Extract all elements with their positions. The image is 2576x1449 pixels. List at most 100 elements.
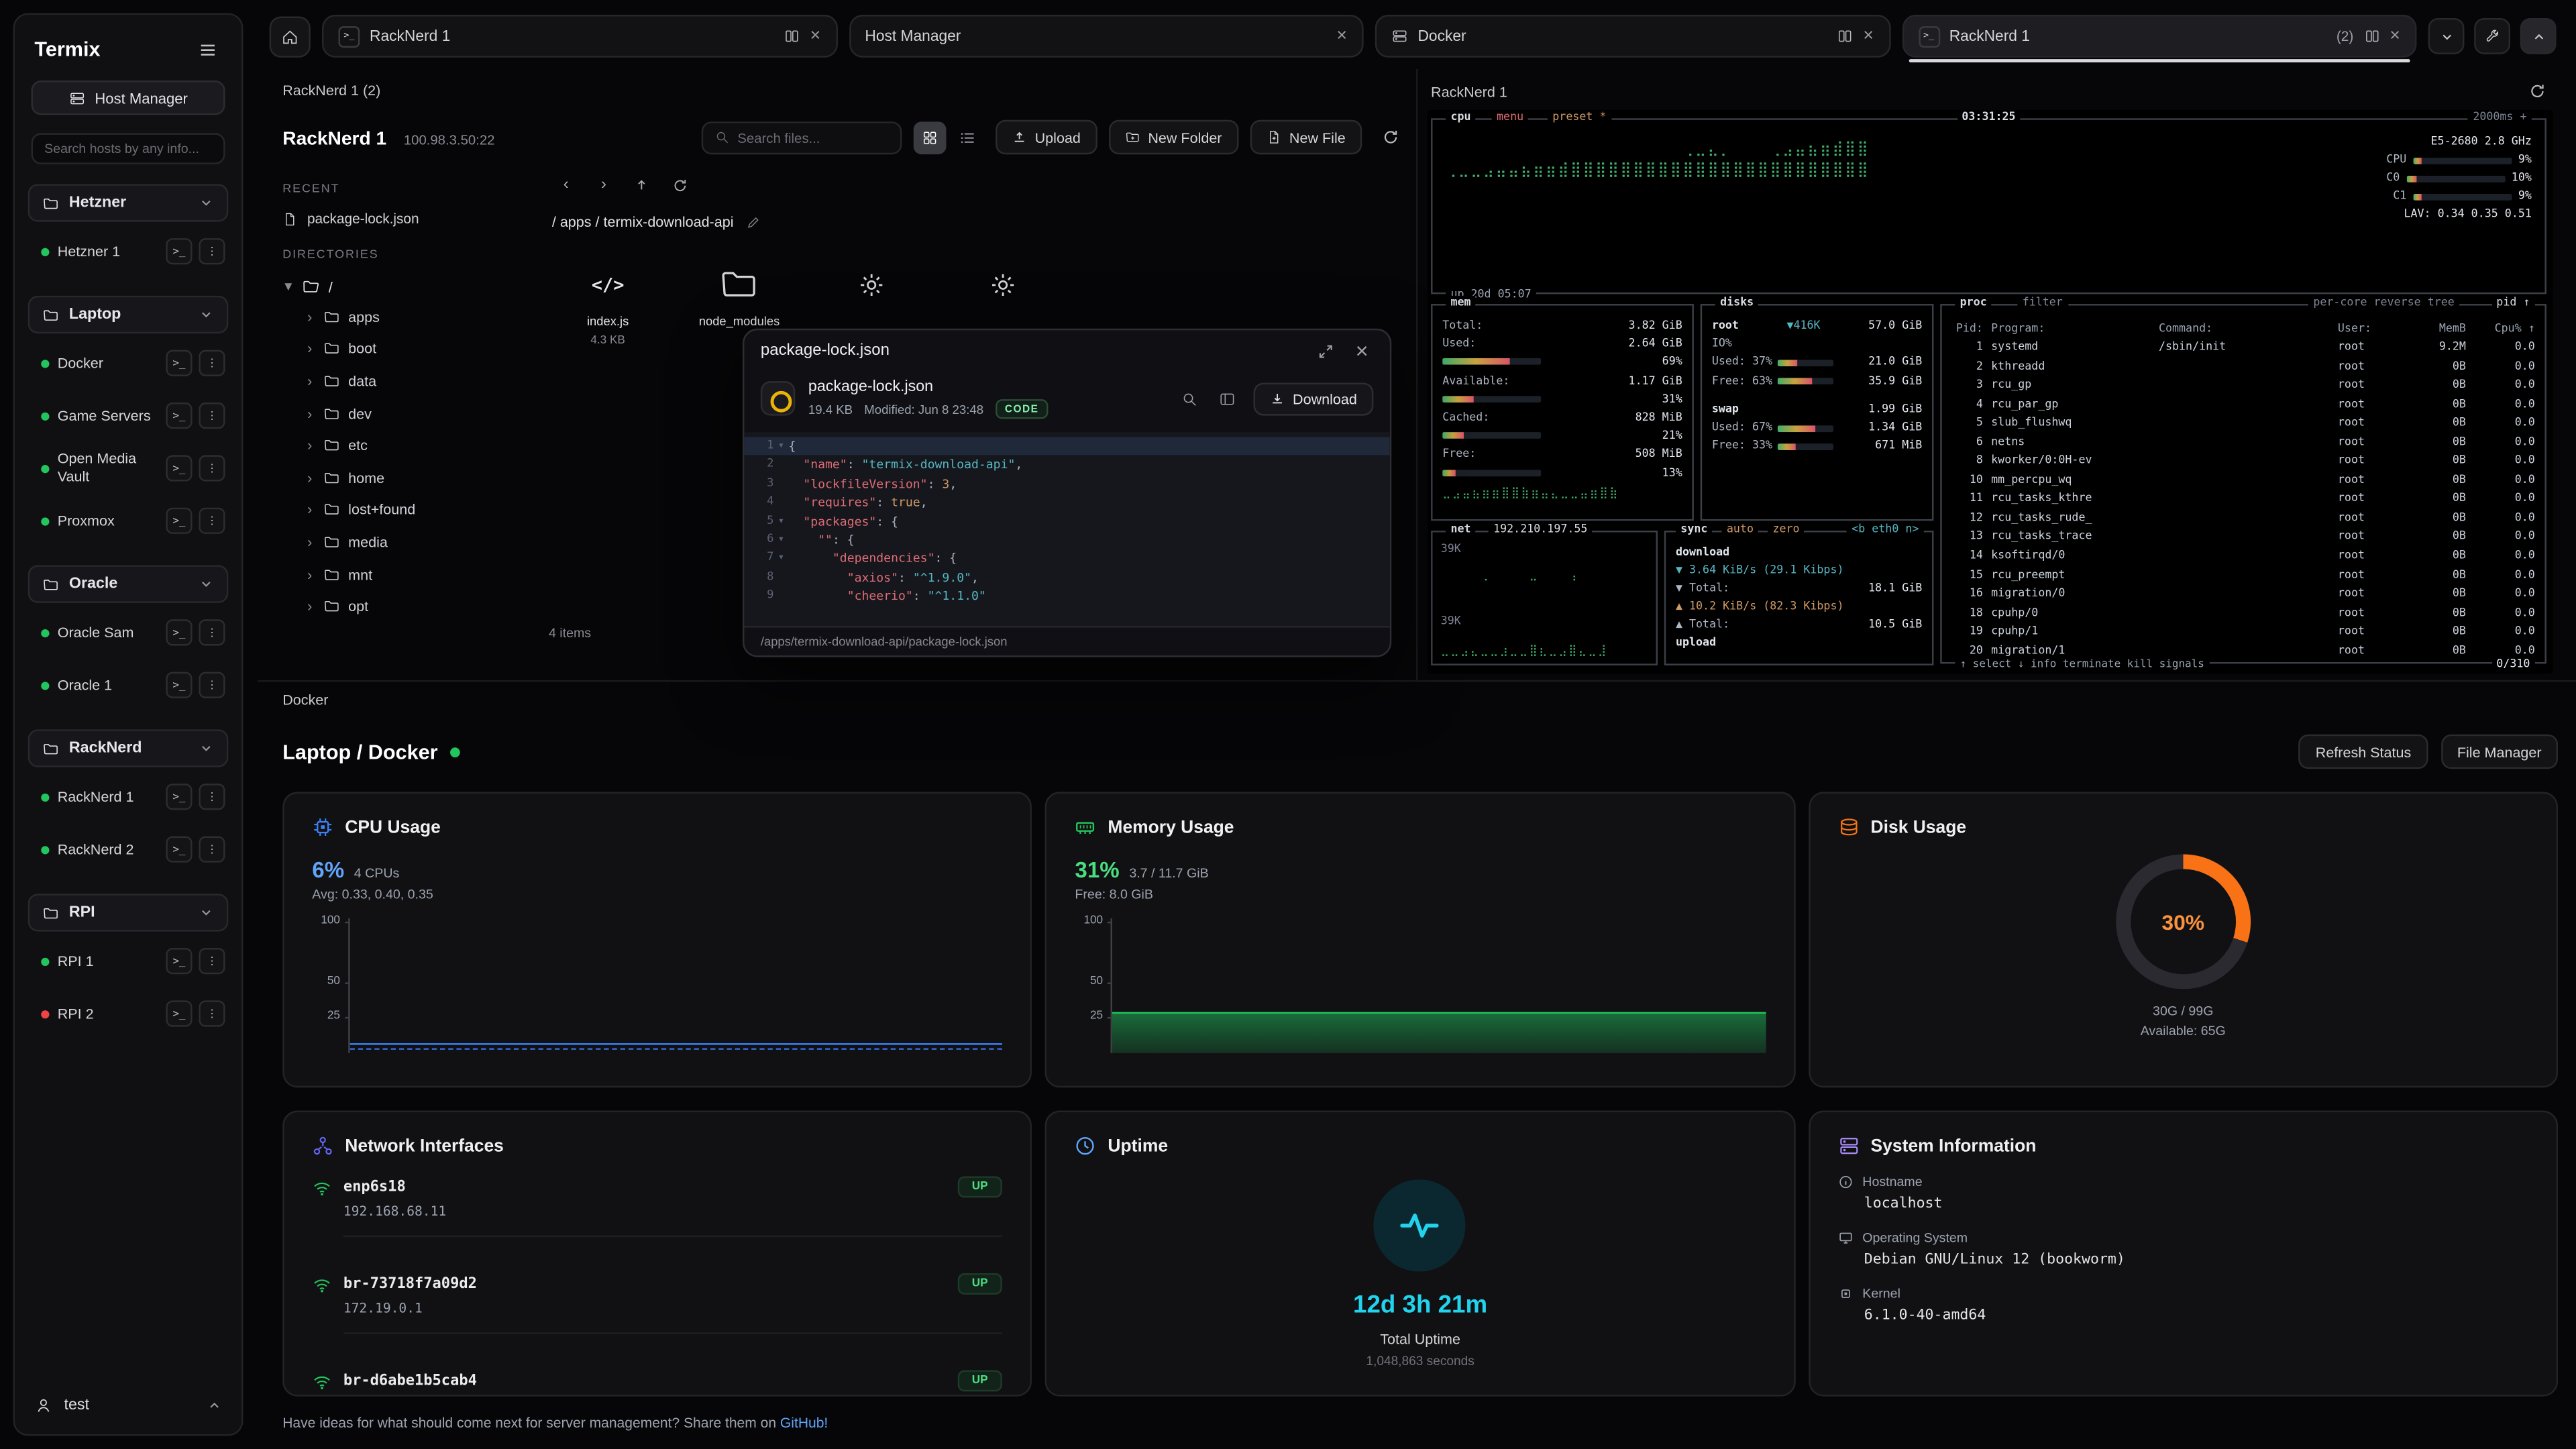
open-terminal-button[interactable]: >_ (166, 948, 192, 974)
recent-file-item[interactable]: package-lock.json (282, 207, 525, 237)
group-racknerd[interactable]: RackNerd (28, 729, 229, 767)
file-search[interactable] (701, 121, 902, 154)
tab-racknerd-1-files[interactable]: >_ RackNerd 1 (2) × (1902, 15, 2417, 58)
group-laptop[interactable]: Laptop (28, 296, 229, 333)
user-menu[interactable]: test (28, 1383, 229, 1417)
host-menu-button[interactable]: ⋮ (199, 948, 225, 974)
open-terminal-button[interactable]: >_ (166, 508, 192, 534)
process-row[interactable]: 16 migration/0 root 0B 0.0 (1951, 585, 2534, 604)
host-menu-button[interactable]: ⋮ (199, 350, 225, 376)
tab-docker[interactable]: Docker × (1375, 15, 1890, 58)
group-oracle[interactable]: Oracle (28, 565, 229, 602)
host-game-servers[interactable]: Game Servers >_⋮ (28, 392, 229, 439)
directory-item[interactable]: › mnt (282, 558, 525, 590)
refresh-files-button[interactable] (1373, 121, 1406, 154)
process-row[interactable]: 13 rcu_tasks_trace root 0B 0.0 (1951, 528, 2534, 547)
grid-view-button[interactable] (913, 121, 946, 154)
open-terminal-button[interactable]: >_ (166, 837, 192, 863)
file-manager-button[interactable]: File Manager (2440, 735, 2558, 769)
tab-list-button[interactable] (2428, 18, 2465, 54)
file-tile-index-js[interactable]: </> index.js 4.3 KB (559, 260, 657, 346)
home-button[interactable] (270, 15, 311, 56)
directory-item[interactable]: › apps (282, 301, 525, 333)
expand-icon[interactable] (1314, 339, 1337, 362)
group-rpi[interactable]: RPI (28, 894, 229, 931)
process-row[interactable]: 3 rcu_gp root 0B 0.0 (1951, 376, 2534, 395)
host-menu-button[interactable]: ⋮ (199, 402, 225, 429)
process-row[interactable]: 8 kworker/0:0H-ev root 0B 0.0 (1951, 452, 2534, 471)
process-row[interactable]: 2 kthreadd root 0B 0.0 (1951, 358, 2534, 376)
tab-host-manager[interactable]: Host Manager × (849, 15, 1364, 58)
host-menu-button[interactable]: ⋮ (199, 784, 225, 810)
process-row[interactable]: 14 ksoftirqd/0 root 0B 0.0 (1951, 547, 2534, 566)
directory-item[interactable]: › opt (282, 590, 525, 623)
process-row[interactable]: 5 slub_flushwq root 0B 0.0 (1951, 415, 2534, 433)
split-view-icon[interactable] (2363, 28, 2379, 44)
close-icon[interactable]: × (2390, 27, 2400, 45)
open-terminal-button[interactable]: >_ (166, 619, 192, 645)
host-oracle-sam[interactable]: Oracle Sam >_⋮ (28, 610, 229, 656)
host-menu-button[interactable]: ⋮ (199, 672, 225, 698)
close-icon[interactable]: × (1863, 27, 1874, 45)
process-row[interactable]: 10 mm_percpu_wq root 0B 0.0 (1951, 471, 2534, 490)
open-terminal-button[interactable]: >_ (166, 402, 192, 429)
host-manager-button[interactable]: Host Manager (32, 80, 225, 115)
directory-item[interactable]: › home (282, 462, 525, 494)
open-terminal-button[interactable]: >_ (166, 455, 192, 481)
process-row[interactable]: 15 rcu_preempt root 0B 0.0 (1951, 566, 2534, 585)
host-menu-button[interactable]: ⋮ (199, 619, 225, 645)
directory-item[interactable]: › lost+found (282, 494, 525, 526)
host-menu-button[interactable]: ⋮ (199, 508, 225, 534)
tab-racknerd-1-terminal[interactable]: >_ RackNerd 1 × (322, 15, 837, 58)
process-row[interactable]: 4 rcu_par_gp root 0B 0.0 (1951, 395, 2534, 414)
reconnect-icon[interactable] (2528, 82, 2546, 100)
host-menu-button[interactable]: ⋮ (199, 455, 225, 481)
github-link[interactable]: GitHub! (780, 1415, 828, 1431)
host-open-media-vault[interactable]: Open Media Vault >_⋮ (28, 445, 229, 492)
close-icon[interactable]: × (1336, 27, 1347, 45)
directory-item[interactable]: › media (282, 526, 525, 558)
open-terminal-button[interactable]: >_ (166, 672, 192, 698)
back-button[interactable]: ‹ (552, 171, 580, 199)
directory-item[interactable]: › dev (282, 397, 525, 429)
process-row[interactable]: 11 rcu_tasks_kthre root 0B 0.0 (1951, 490, 2534, 509)
search-in-file-icon[interactable] (1178, 387, 1201, 410)
host-docker[interactable]: Docker >_⋮ (28, 340, 229, 386)
list-view-button[interactable] (951, 121, 984, 154)
terminal-screen[interactable]: cpu menu preset * 03:31:25 2000ms + ⠀⠀⠀⠀… (1428, 110, 2553, 674)
process-row[interactable]: 18 cpuhp/0 root 0B 0.0 (1951, 604, 2534, 623)
process-row[interactable]: 12 rcu_tasks_rude_ root 0B 0.0 (1951, 509, 2534, 528)
split-view-icon[interactable] (784, 28, 800, 44)
host-oracle-1[interactable]: Oracle 1 >_⋮ (28, 662, 229, 708)
process-row[interactable]: 6 netns root 0B 0.0 (1951, 433, 2534, 452)
download-button[interactable]: Download (1253, 382, 1373, 415)
group-hetzner[interactable]: Hetzner (28, 184, 229, 221)
host-menu-button[interactable]: ⋮ (199, 238, 225, 264)
host-proxmox[interactable]: Proxmox >_⋮ (28, 498, 229, 544)
new-file-button[interactable]: New File (1250, 120, 1362, 154)
directory-item[interactable]: › boot (282, 333, 525, 365)
upload-button[interactable]: Upload (996, 120, 1097, 154)
edit-path-icon[interactable] (745, 215, 760, 229)
host-racknerd-1[interactable]: RackNerd 1 >_⋮ (28, 773, 229, 820)
open-in-editor-icon[interactable] (1216, 387, 1238, 410)
open-terminal-button[interactable]: >_ (166, 784, 192, 810)
host-racknerd-2[interactable]: RackNerd 2 >_⋮ (28, 826, 229, 873)
host-rpi-1[interactable]: RPI 1 >_⋮ (28, 938, 229, 984)
open-terminal-button[interactable]: >_ (166, 350, 192, 376)
collapse-panel-button[interactable] (2520, 18, 2557, 54)
host-menu-button[interactable]: ⋮ (199, 1000, 225, 1026)
forward-button[interactable]: › (590, 171, 618, 199)
process-row[interactable]: 1 systemd /sbin/init root 9.2M 0.0 (1951, 338, 2534, 357)
open-terminal-button[interactable]: >_ (166, 238, 192, 264)
sidebar-menu-button[interactable] (193, 34, 222, 64)
refresh-icon[interactable] (665, 171, 694, 199)
up-directory-button[interactable] (628, 171, 656, 199)
close-icon[interactable]: × (1350, 339, 1373, 362)
host-rpi-2[interactable]: RPI 2 >_⋮ (28, 991, 229, 1037)
host-search-input[interactable] (32, 133, 225, 164)
process-row[interactable]: 19 cpuhp/1 root 0B 0.0 (1951, 623, 2534, 642)
new-folder-button[interactable]: New Folder (1109, 120, 1238, 154)
close-icon[interactable]: × (810, 27, 821, 45)
tools-button[interactable] (2474, 18, 2510, 54)
